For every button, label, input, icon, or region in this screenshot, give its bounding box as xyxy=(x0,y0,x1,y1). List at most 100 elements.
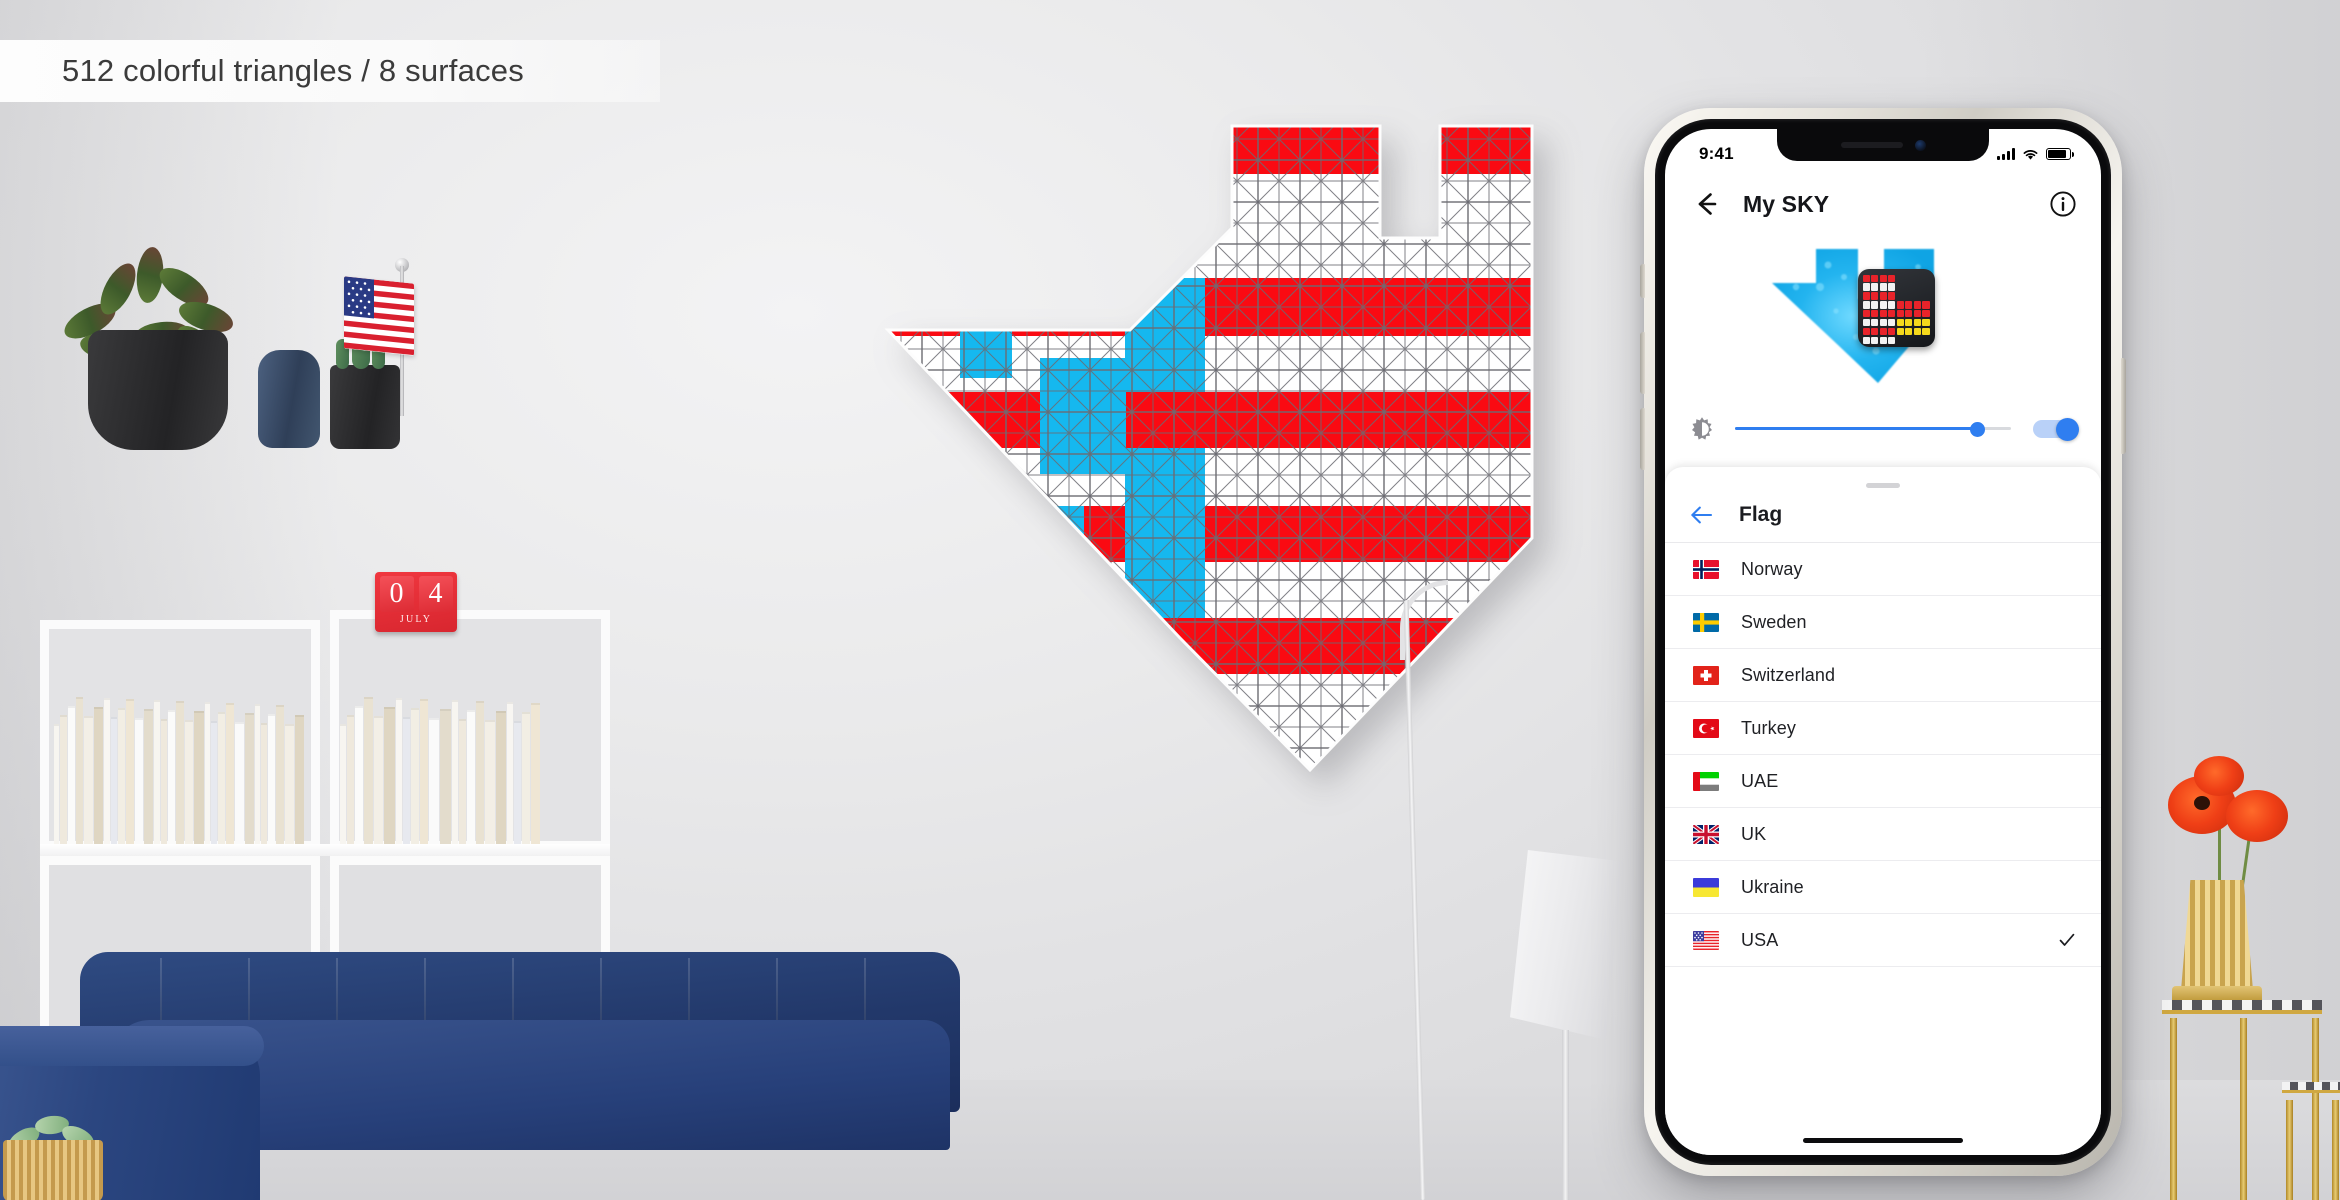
book xyxy=(184,720,194,844)
flag-label: Turkey xyxy=(1741,717,1796,738)
slider-thumb[interactable] xyxy=(1970,421,1986,437)
book xyxy=(347,715,355,844)
pixel-cell xyxy=(1879,283,1887,291)
power-toggle[interactable] xyxy=(2033,418,2079,441)
pixel-cell xyxy=(1862,327,1870,336)
pixel-cell xyxy=(1922,318,1930,327)
pixel-cell xyxy=(1922,337,1929,344)
pixel-cell xyxy=(1871,283,1879,291)
book xyxy=(234,722,244,844)
flag-list-item-turkey[interactable]: Turkey xyxy=(1665,702,2101,755)
pixel-cell xyxy=(1922,327,1930,336)
table-leg xyxy=(2240,1018,2247,1200)
sheet-back-arrow-icon[interactable] xyxy=(1687,500,1717,530)
book xyxy=(384,707,395,844)
flag-ukraine-icon xyxy=(1693,877,1719,897)
book xyxy=(355,706,363,844)
pixel-cell xyxy=(1913,327,1921,336)
book xyxy=(75,697,84,844)
book xyxy=(168,710,176,844)
pixel-cell xyxy=(1888,292,1896,300)
flag-norway-icon xyxy=(1693,559,1719,579)
app-bar: My SKY xyxy=(1665,173,2101,235)
book xyxy=(117,708,125,844)
brightness-icon[interactable] xyxy=(1687,414,1717,444)
pixel-cell xyxy=(1888,283,1896,291)
book xyxy=(218,712,226,844)
pixel-cell xyxy=(1897,292,1904,299)
front-camera-icon xyxy=(1914,139,1926,151)
earpiece-speaker-icon xyxy=(1840,142,1903,148)
flag-list-item-uk[interactable]: UK xyxy=(1665,808,2101,861)
pixel-cell xyxy=(1896,327,1904,336)
pixel-cell xyxy=(1879,292,1887,300)
pixel-cell xyxy=(1862,292,1870,300)
flag-list-item-usa[interactable]: USA xyxy=(1665,914,2101,967)
book-row-left xyxy=(54,692,304,844)
pixel-cell xyxy=(1905,337,1912,344)
pixel-cell xyxy=(1879,336,1887,345)
pixel-cell xyxy=(1862,318,1870,327)
volume-down-button[interactable] xyxy=(1640,408,1645,470)
blue-textured-vase xyxy=(258,350,320,448)
book xyxy=(522,712,531,844)
caption-banner: 512 colorful triangles / 8 surfaces xyxy=(0,40,660,102)
power-button[interactable] xyxy=(2121,358,2126,454)
pixel-row xyxy=(1862,274,1930,282)
pixel-row xyxy=(1862,301,1930,309)
mute-switch[interactable] xyxy=(1640,264,1645,298)
pixel-cell xyxy=(1922,283,1929,290)
volume-up-button[interactable] xyxy=(1640,332,1645,394)
table-leg xyxy=(2286,1100,2293,1200)
brightness-control-row xyxy=(1665,397,2101,461)
pixel-cell xyxy=(1888,318,1896,327)
book xyxy=(268,714,276,844)
book xyxy=(466,710,475,844)
book xyxy=(125,699,134,844)
pixel-cell xyxy=(1922,301,1930,309)
flag-list-item-norway[interactable]: Norway xyxy=(1665,543,2101,596)
pixel-cell xyxy=(1862,336,1870,345)
back-arrow-icon[interactable] xyxy=(1689,187,1723,221)
pixel-cell xyxy=(1888,274,1896,282)
wifi-icon xyxy=(2023,149,2038,160)
pixel-cell xyxy=(1897,337,1904,344)
book xyxy=(451,700,458,844)
book xyxy=(154,700,160,844)
brightness-slider[interactable] xyxy=(1735,414,2011,444)
home-indicator[interactable] xyxy=(1803,1137,1963,1143)
book xyxy=(211,721,218,844)
pixel-row xyxy=(1862,283,1930,291)
pixel-cell xyxy=(1888,301,1896,309)
device-preview xyxy=(1665,235,2101,395)
flag-list-item-switzerland[interactable]: Switzerland xyxy=(1665,649,2101,702)
flag-label: USA xyxy=(1741,929,1779,950)
calendar-month-label: JULY xyxy=(399,614,433,625)
sofa-arm-top xyxy=(0,1026,264,1066)
gold-side-table-small xyxy=(2282,1082,2340,1200)
book xyxy=(134,718,144,844)
book xyxy=(84,716,93,844)
book xyxy=(514,721,522,844)
book xyxy=(67,706,75,844)
pixel-cell xyxy=(1888,327,1896,336)
pixel-row xyxy=(1862,310,1930,318)
smartphone-mockup: 9:41 My SKY Flag Norway Sweden Switzerla… xyxy=(1640,108,2126,1176)
table-leg xyxy=(2332,1100,2339,1200)
book xyxy=(144,709,154,844)
flag-sweden-icon xyxy=(1693,612,1719,632)
pixel-cell xyxy=(1862,283,1870,291)
pixel-cell xyxy=(1905,283,1912,290)
lamp-shade xyxy=(1510,850,1622,1040)
flag-list-item-uae[interactable]: UAE xyxy=(1665,755,2101,808)
flag-list-item-ukraine[interactable]: Ukraine xyxy=(1665,861,2101,914)
floor-lamp xyxy=(1500,850,1630,1200)
pixel-cell xyxy=(1913,318,1921,327)
pixel-cell xyxy=(1914,337,1921,344)
book xyxy=(254,704,261,844)
book xyxy=(495,711,507,844)
book xyxy=(373,716,384,844)
flag-list-item-sweden[interactable]: Sweden xyxy=(1665,596,2101,649)
preview-artwork xyxy=(1766,243,2001,388)
info-circle-icon[interactable] xyxy=(2049,190,2077,218)
